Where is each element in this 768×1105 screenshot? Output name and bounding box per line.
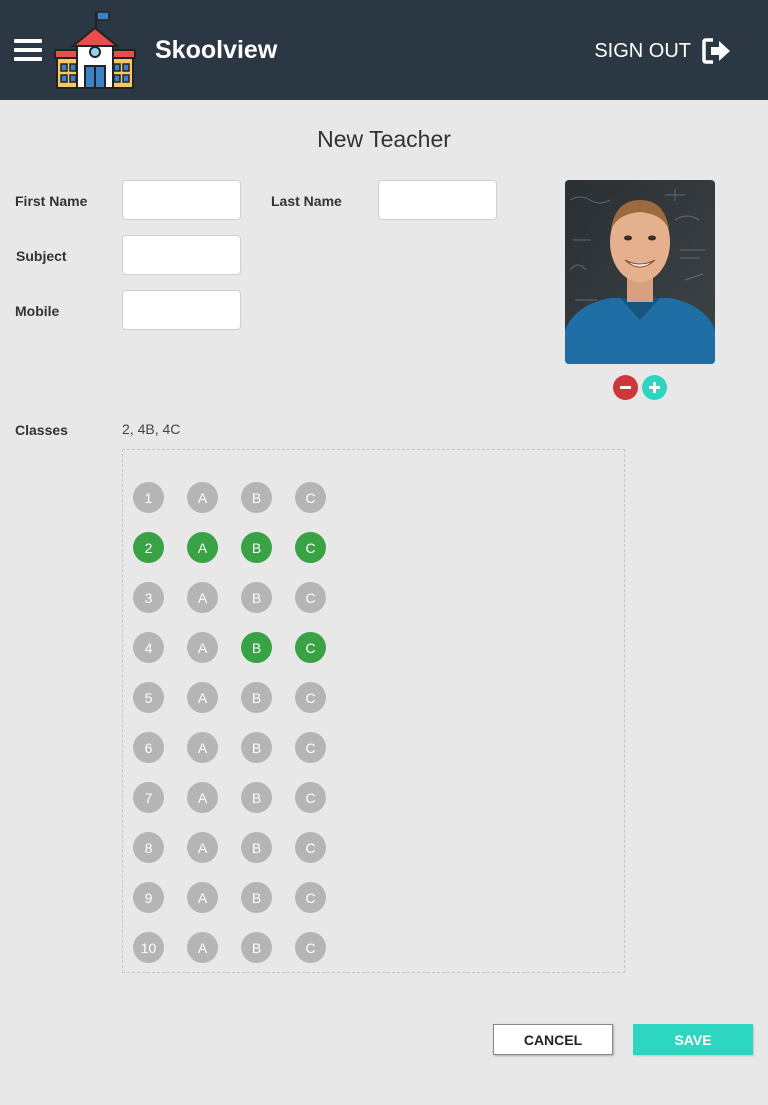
section-chip[interactable]: C xyxy=(295,482,326,513)
class-row: 6ABC xyxy=(133,732,333,763)
hamburger-menu-icon[interactable] xyxy=(14,39,42,63)
grade-chip[interactable]: 6 xyxy=(133,732,164,763)
last-name-input[interactable] xyxy=(378,180,497,220)
grade-chip[interactable]: 3 xyxy=(133,582,164,613)
grade-chip[interactable]: 7 xyxy=(133,782,164,813)
section-chip[interactable]: A xyxy=(187,932,218,963)
mobile-label: Mobile xyxy=(15,303,60,319)
section-chip[interactable]: A xyxy=(187,482,218,513)
section-chip[interactable]: B xyxy=(241,482,272,513)
first-name-label: First Name xyxy=(15,193,88,209)
class-row: 10 A B C xyxy=(133,932,333,963)
last-name-label: Last Name xyxy=(271,193,342,209)
section-chip[interactable]: C xyxy=(295,832,326,863)
class-selector-grid: 1 A B C 2 A B C 3 A B C 4 A B C 5 A B C 6 A B C 7 A B C 8 A B C 9 A B C 10 A B… xyxy=(122,449,625,973)
sign-out-button[interactable]: SIGN OUT xyxy=(594,36,732,66)
section-chip[interactable]: A xyxy=(187,582,218,613)
section-chip[interactable]: C xyxy=(295,882,326,913)
subject-label: Subject xyxy=(16,248,67,264)
grade-chip[interactable]: 5 xyxy=(133,682,164,713)
section-chip[interactable]: B xyxy=(241,582,272,613)
classes-label: Classes xyxy=(15,422,68,438)
section-chip[interactable]: B xyxy=(241,782,272,813)
minus-circle-icon xyxy=(620,386,631,389)
class-row: 2ABC xyxy=(133,532,333,563)
section-chip[interactable]: C xyxy=(295,732,326,763)
class-row: 1ABC xyxy=(133,482,333,513)
section-chip[interactable]: B xyxy=(241,532,272,563)
sign-out-label: SIGN OUT xyxy=(594,39,691,62)
grade-chip[interactable]: 9 xyxy=(133,882,164,913)
subject-input[interactable] xyxy=(122,235,241,275)
mobile-input[interactable] xyxy=(122,290,241,330)
grade-chip[interactable]: 8 xyxy=(133,832,164,863)
section-chip[interactable]: A xyxy=(187,882,218,913)
section-chip[interactable]: B xyxy=(241,882,272,913)
cancel-button[interactable]: CANCEL xyxy=(493,1024,613,1055)
section-chip[interactable]: B xyxy=(241,632,272,663)
section-chip[interactable]: C xyxy=(295,632,326,663)
section-chip[interactable]: C xyxy=(295,582,326,613)
grade-chip[interactable]: 1 xyxy=(133,482,164,513)
grade-chip[interactable]: 4 xyxy=(133,632,164,663)
class-row: 8ABC xyxy=(133,832,333,863)
section-chip[interactable]: C xyxy=(295,682,326,713)
section-chip[interactable]: A xyxy=(187,532,218,563)
school-logo-icon xyxy=(53,10,137,90)
section-chip[interactable]: A xyxy=(187,832,218,863)
save-button[interactable]: SAVE xyxy=(633,1024,753,1055)
section-chip[interactable]: B xyxy=(241,832,272,863)
section-chip[interactable]: B xyxy=(241,732,272,763)
class-row: 4ABC xyxy=(133,632,333,663)
class-row: 5ABC xyxy=(133,682,333,713)
section-chip[interactable]: A xyxy=(187,632,218,663)
section-chip[interactable]: A xyxy=(187,782,218,813)
selected-classes-text: 2, 4B, 4C xyxy=(122,421,181,437)
app-header: Skoolview SIGN OUT xyxy=(0,0,768,100)
section-chip[interactable]: C xyxy=(295,932,326,963)
page-title: New Teacher xyxy=(317,126,451,152)
section-chip[interactable]: C xyxy=(295,782,326,813)
teacher-photo xyxy=(565,180,715,364)
section-chip[interactable]: B xyxy=(241,932,272,963)
remove-photo-button[interactable] xyxy=(613,375,638,400)
section-chip[interactable]: A xyxy=(187,682,218,713)
section-chip[interactable]: B xyxy=(241,682,272,713)
sign-out-icon xyxy=(702,38,730,64)
app-name: Skoolview xyxy=(155,36,278,64)
class-row: 9ABC xyxy=(133,882,333,913)
add-photo-button[interactable] xyxy=(642,375,667,400)
class-row: 3ABC xyxy=(133,582,333,613)
grade-chip[interactable]: 2 xyxy=(133,532,164,563)
first-name-input[interactable] xyxy=(122,180,241,220)
class-row: 7ABC xyxy=(133,782,333,813)
grade-chip[interactable]: 10 xyxy=(133,932,164,963)
section-chip[interactable]: A xyxy=(187,732,218,763)
section-chip[interactable]: C xyxy=(295,532,326,563)
